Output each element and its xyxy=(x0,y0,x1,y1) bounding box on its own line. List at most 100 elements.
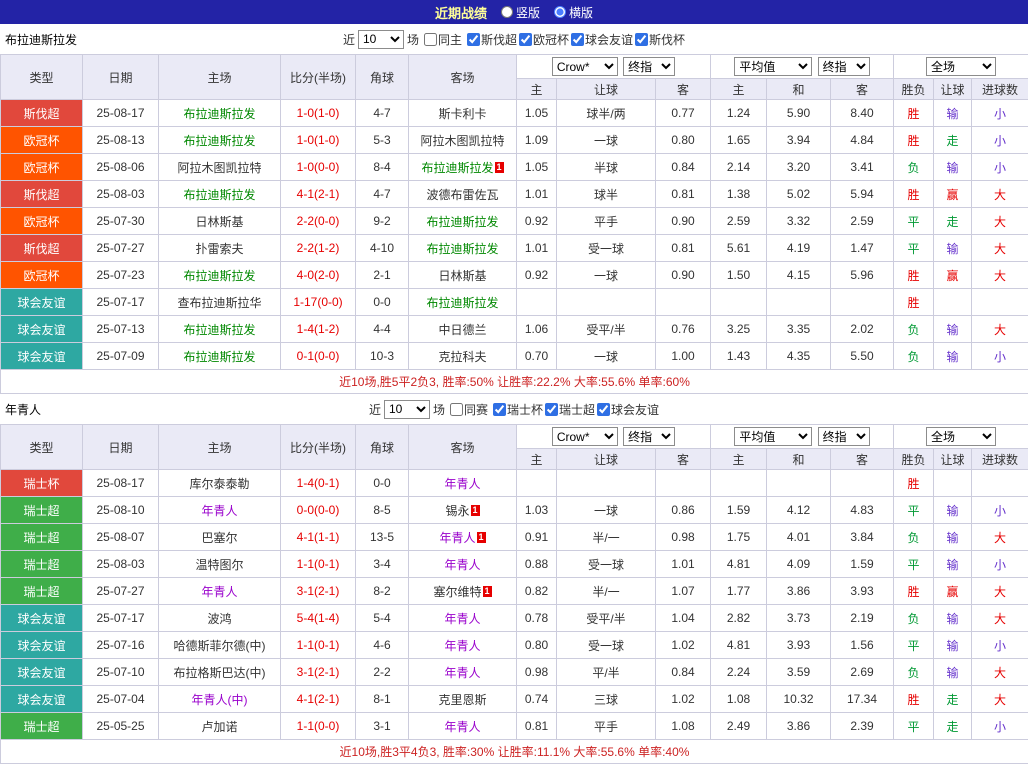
same-filter[interactable]: 同赛 xyxy=(450,401,488,418)
team-link[interactable]: 年青人(中) xyxy=(192,693,248,707)
average-odds-select[interactable]: 平均值 xyxy=(734,57,812,76)
league-type-badge[interactable]: 欧冠杯 xyxy=(1,127,83,154)
league-type-badge[interactable]: 瑞士超 xyxy=(1,713,83,740)
team-link[interactable]: 布拉迪斯拉发 xyxy=(183,350,255,364)
horizontal-radio[interactable] xyxy=(554,6,566,18)
same-checkbox[interactable] xyxy=(424,33,437,46)
team-link[interactable]: 布拉迪斯拉发 xyxy=(183,188,255,202)
league-filter[interactable]: 瑞士超 xyxy=(545,401,595,418)
team-link[interactable]: 克里恩斯 xyxy=(438,693,486,707)
home-team: 波鸿 xyxy=(159,605,281,632)
team-link[interactable]: 布拉格斯巴达(中) xyxy=(174,666,266,680)
league-type-badge[interactable]: 斯伐超 xyxy=(1,181,83,208)
league-type-badge[interactable]: 球会友谊 xyxy=(1,316,83,343)
league-type-badge[interactable]: 球会友谊 xyxy=(1,632,83,659)
team-link[interactable]: 库尔泰泰勒 xyxy=(189,477,249,491)
team-link[interactable]: 巴塞尔 xyxy=(201,531,237,545)
league-type-badge[interactable]: 瑞士超 xyxy=(1,578,83,605)
team-link[interactable]: 日林斯基 xyxy=(438,269,486,283)
team-link[interactable]: 阿拉木图凯拉特 xyxy=(420,134,504,148)
league-filter[interactable]: 斯伐超 xyxy=(467,31,517,48)
league-checkbox[interactable] xyxy=(571,33,584,46)
team-link[interactable]: 年青人 xyxy=(201,585,237,599)
team-link[interactable]: 克拉科夫 xyxy=(438,350,486,364)
team-link[interactable]: 年青人 xyxy=(444,666,480,680)
match-score: 1-17(0-0) xyxy=(281,289,356,316)
team-link[interactable]: 中日德兰 xyxy=(438,323,486,337)
team-link[interactable]: 斯卡利卡 xyxy=(438,107,486,121)
team-link[interactable]: 波鸿 xyxy=(207,612,231,626)
team-link[interactable]: 日林斯基 xyxy=(195,215,243,229)
league-type-badge[interactable]: 斯伐超 xyxy=(1,235,83,262)
league-type-badge[interactable]: 欧冠杯 xyxy=(1,154,83,181)
league-filter[interactable]: 球会友谊 xyxy=(571,31,633,48)
fulltime-select[interactable]: 全场 xyxy=(926,57,996,76)
league-type-badge[interactable]: 瑞士超 xyxy=(1,497,83,524)
league-type-badge[interactable]: 球会友谊 xyxy=(1,659,83,686)
final-odds-select[interactable]: 终指 xyxy=(623,57,675,76)
team-link[interactable]: 年青人 xyxy=(444,612,480,626)
near-count-select[interactable]: 10 xyxy=(384,400,430,419)
team-link[interactable]: 塞尔维特 xyxy=(433,585,481,599)
team-link[interactable]: 阿拉木图凯拉特 xyxy=(177,161,261,175)
league-filter[interactable]: 欧冠杯 xyxy=(519,31,569,48)
team-link[interactable]: 锡永 xyxy=(445,504,469,518)
vertical-radio[interactable] xyxy=(501,6,513,18)
same-filter[interactable]: 同主 xyxy=(424,31,462,48)
league-type-badge[interactable]: 瑞士超 xyxy=(1,524,83,551)
team-link[interactable]: 年青人 xyxy=(444,639,480,653)
team-link[interactable]: 布拉迪斯拉发 xyxy=(183,134,255,148)
team-link[interactable]: 哈德斯菲尔德(中) xyxy=(174,639,266,653)
odds-value: 3.25 xyxy=(711,316,767,343)
league-checkbox[interactable] xyxy=(519,33,532,46)
odds-value: 2.49 xyxy=(711,713,767,740)
league-filter[interactable]: 斯伐杯 xyxy=(635,31,685,48)
team-link[interactable]: 布拉迪斯拉发 xyxy=(426,242,498,256)
league-checkbox[interactable] xyxy=(467,33,480,46)
company-select[interactable]: Crow* xyxy=(552,427,618,446)
average-odds-select[interactable]: 平均值 xyxy=(734,427,812,446)
col-date: 日期 xyxy=(83,425,159,470)
league-type-badge[interactable]: 欧冠杯 xyxy=(1,262,83,289)
layout-radio-vertical[interactable]: 竖版 xyxy=(501,4,540,21)
final-odds-select[interactable]: 终指 xyxy=(623,427,675,446)
team-link[interactable]: 年青人 xyxy=(201,504,237,518)
team-link[interactable]: 查布拉迪斯拉华 xyxy=(177,296,261,310)
league-checkbox[interactable] xyxy=(493,403,506,416)
league-type-badge[interactable]: 球会友谊 xyxy=(1,686,83,713)
team-link[interactable]: 扑雷索夫 xyxy=(195,242,243,256)
league-type-badge[interactable]: 球会友谊 xyxy=(1,289,83,316)
final-odds-select[interactable]: 终指 xyxy=(818,57,870,76)
team-link[interactable]: 布拉迪斯拉发 xyxy=(426,296,498,310)
handicap-outcome: 输 xyxy=(934,343,972,370)
league-type-badge[interactable]: 斯伐超 xyxy=(1,100,83,127)
league-type-badge[interactable]: 球会友谊 xyxy=(1,605,83,632)
team-link[interactable]: 年青人 xyxy=(439,531,475,545)
team-link[interactable]: 年青人 xyxy=(444,720,480,734)
team-link[interactable]: 布拉迪斯拉发 xyxy=(421,161,493,175)
league-type-badge[interactable]: 瑞士杯 xyxy=(1,470,83,497)
team-link[interactable]: 布拉迪斯拉发 xyxy=(183,107,255,121)
near-count-select[interactable]: 10 xyxy=(358,30,404,49)
league-checkbox[interactable] xyxy=(545,403,558,416)
team-link[interactable]: 卢加诺 xyxy=(201,720,237,734)
team-link[interactable]: 布拉迪斯拉发 xyxy=(426,215,498,229)
final-odds-select[interactable]: 终指 xyxy=(818,427,870,446)
league-filter[interactable]: 瑞士杯 xyxy=(493,401,543,418)
team-link[interactable]: 布拉迪斯拉发 xyxy=(183,323,255,337)
league-checkbox[interactable] xyxy=(635,33,648,46)
team-link[interactable]: 年青人 xyxy=(444,558,480,572)
team-link[interactable]: 温特图尔 xyxy=(195,558,243,572)
team-link[interactable]: 波德布雷佐瓦 xyxy=(426,188,498,202)
league-checkbox[interactable] xyxy=(597,403,610,416)
league-type-badge[interactable]: 球会友谊 xyxy=(1,343,83,370)
fulltime-select[interactable]: 全场 xyxy=(926,427,996,446)
company-select[interactable]: Crow* xyxy=(552,57,618,76)
layout-radio-horizontal[interactable]: 横版 xyxy=(554,4,593,21)
league-type-badge[interactable]: 瑞士超 xyxy=(1,551,83,578)
team-link[interactable]: 年青人 xyxy=(444,477,480,491)
league-type-badge[interactable]: 欧冠杯 xyxy=(1,208,83,235)
team-link[interactable]: 布拉迪斯拉发 xyxy=(183,269,255,283)
league-filter[interactable]: 球会友谊 xyxy=(597,401,659,418)
same-checkbox[interactable] xyxy=(450,403,463,416)
